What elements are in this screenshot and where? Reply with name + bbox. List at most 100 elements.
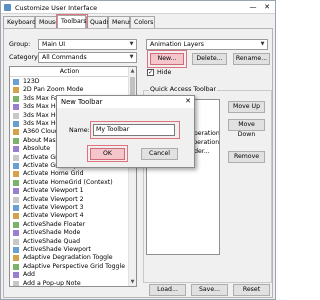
list-item[interactable]: Activate Viewport 3 — [10, 204, 129, 212]
customize-ui-window: Customize User Interface — ✕ Keyboard Mo… — [0, 0, 276, 300]
action-icon — [13, 154, 19, 161]
list-item[interactable]: ActiveShade Floater — [10, 221, 129, 229]
action-icon — [13, 146, 19, 153]
action-icon — [13, 255, 19, 262]
action-list-header: Action — [10, 67, 129, 77]
list-item[interactable]: Activate HomeGrid (Context) — [10, 179, 129, 187]
list-item[interactable]: Add a Pop-up Note — [10, 279, 129, 287]
remove-button[interactable]: Remove — [228, 151, 265, 163]
hide-checkbox[interactable]: ✓ — [147, 69, 154, 76]
list-item[interactable]: 2D Pan Zoom Mode — [10, 86, 129, 94]
action-icon — [13, 213, 19, 220]
action-icon — [13, 87, 19, 94]
list-item-label: ActiveShade Floater — [23, 220, 86, 228]
group-value: Main UI — [42, 41, 66, 48]
list-item-label: Activate Viewport 3 — [23, 204, 84, 211]
category-label: Category: — [9, 54, 40, 61]
app-icon — [4, 4, 11, 11]
list-item-label: 2D Pan Zoom Mode — [23, 86, 84, 94]
list-item-label: Activate HomeGrid (Context) — [23, 178, 113, 186]
tab-highlight-box — [56, 14, 88, 29]
name-label: Name: — [69, 127, 90, 134]
action-icon — [13, 221, 19, 228]
action-icon — [13, 263, 19, 270]
action-icon — [13, 79, 19, 85]
list-item-label: Activate Viewport 1 — [23, 187, 84, 195]
load-button[interactable]: Load... — [149, 284, 186, 296]
action-icon — [13, 205, 19, 211]
list-item-label: Add — [23, 271, 35, 279]
hide-label: Hide — [157, 69, 172, 76]
list-item[interactable]: Activate Home Grid — [10, 170, 129, 178]
action-icon — [13, 95, 19, 102]
list-item[interactable]: Activate Viewport 1 — [10, 187, 129, 195]
list-item-label: Adaptive Perspective Grid Toggle — [23, 262, 125, 270]
window-title: Customize User Interface — [15, 4, 98, 12]
dialog-titlebar: New Toolbar ✕ — [57, 96, 194, 108]
group-select[interactable]: Main UI ▼ — [38, 39, 137, 50]
tab-keyboard[interactable]: Keyboard — [3, 16, 36, 28]
action-icon — [13, 230, 19, 237]
list-item[interactable]: Adaptive Perspective Grid Toggle — [10, 263, 129, 271]
quick-access-title: Quick Access Toolbar — [149, 86, 218, 93]
scroll-down-icon[interactable]: ▼ — [129, 278, 136, 286]
action-icon — [13, 171, 19, 178]
list-item-label: Activate Home Grid — [23, 170, 84, 178]
list-item-label: Adaptive Degradation Toggle — [23, 254, 113, 262]
group-label: Group: — [9, 41, 31, 48]
action-icon — [13, 238, 19, 245]
list-item-label: 123D — [23, 78, 40, 85]
close-icon[interactable]: ✕ — [261, 2, 273, 12]
action-icon — [13, 188, 19, 195]
action-icon — [13, 104, 19, 111]
action-icon — [13, 247, 19, 253]
chevron-down-icon: ▼ — [129, 41, 134, 47]
list-item-label: ActiveShade Viewport — [23, 246, 91, 253]
minimize-icon[interactable]: — — [247, 2, 259, 12]
list-item[interactable]: Activate Viewport 2 — [10, 196, 129, 204]
list-item[interactable]: Add — [10, 271, 129, 279]
chevron-down-icon: ▼ — [260, 41, 265, 47]
list-item[interactable]: ActiveShade Viewport — [10, 246, 129, 254]
action-icon — [13, 129, 19, 136]
toolbar-select[interactable]: Animation Layers ▼ — [146, 39, 268, 50]
action-icon — [13, 196, 19, 203]
name-input[interactable]: My Toolbar — [93, 124, 175, 136]
list-item[interactable]: Activate Viewport 4 — [10, 212, 129, 220]
window-titlebar: Customize User Interface — ✕ — [1, 1, 275, 14]
close-icon[interactable]: ✕ — [185, 97, 191, 105]
list-item-label: Activate Viewport 2 — [23, 195, 84, 203]
list-item[interactable]: ActiveShade Quad — [10, 238, 129, 246]
list-item[interactable]: 123D — [10, 78, 129, 86]
list-item-label: ActiveShade Mode — [23, 229, 81, 237]
dialog-title: New Toolbar — [61, 98, 103, 106]
scroll-up-icon[interactable]: ▲ — [129, 67, 136, 75]
tab-quads[interactable]: Quads — [86, 16, 110, 28]
category-value: All Commands — [42, 54, 87, 61]
new-toolbar-dialog: New Toolbar ✕ Name: My Toolbar OK Cancel — [56, 95, 195, 168]
list-item-label: Absolute — [23, 145, 51, 153]
reset-button[interactable]: Reset — [233, 284, 270, 296]
chevron-down-icon: ▼ — [129, 54, 134, 60]
action-icon — [13, 137, 19, 144]
move-down-button[interactable]: Move Down — [228, 119, 265, 138]
action-icon — [13, 163, 19, 169]
cancel-button[interactable]: Cancel — [141, 148, 178, 160]
action-icon — [13, 272, 19, 279]
action-icon — [13, 179, 19, 186]
rename-button[interactable]: Rename... — [233, 53, 270, 65]
action-icon — [13, 280, 19, 286]
tab-menus[interactable]: Menus — [108, 16, 132, 28]
delete-button[interactable]: Delete... — [192, 53, 227, 65]
ok-button-highlight — [87, 145, 128, 162]
tab-mouse[interactable]: Mouse — [35, 16, 59, 28]
category-select[interactable]: All Commands ▼ — [38, 52, 137, 63]
action-icon — [13, 112, 19, 119]
list-item-label: Activate Viewport 4 — [23, 212, 84, 220]
save-button[interactable]: Save... — [191, 284, 228, 296]
tab-colors[interactable]: Colors — [130, 16, 155, 28]
list-item[interactable]: Adaptive Degradation Toggle — [10, 254, 129, 262]
list-item[interactable]: ActiveShade Mode — [10, 229, 129, 237]
list-item-label: Add a Pop-up Note — [23, 279, 81, 287]
move-up-button[interactable]: Move Up — [228, 101, 265, 113]
